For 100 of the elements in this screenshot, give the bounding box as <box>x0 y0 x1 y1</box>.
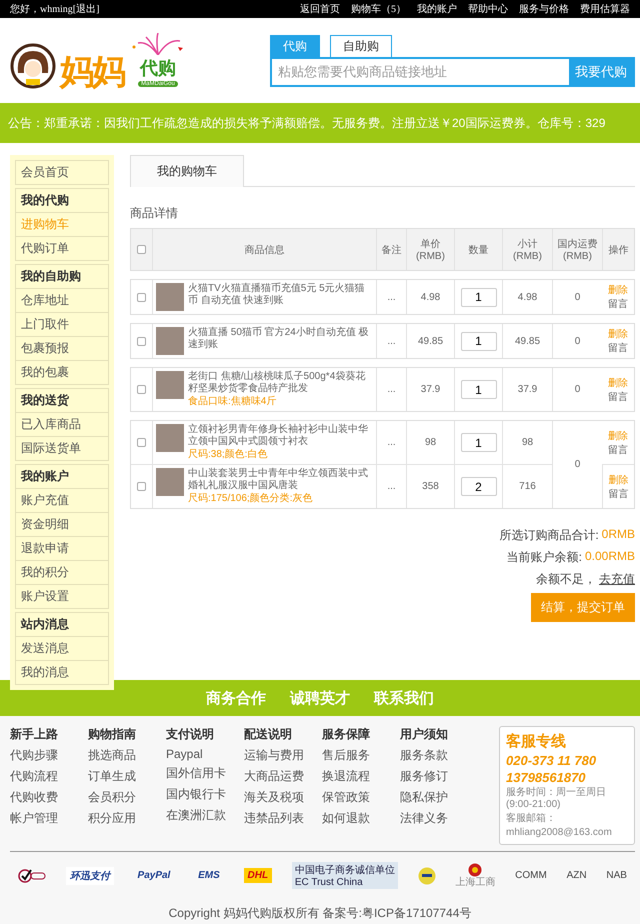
footer-link[interactable]: 服务修订 <box>400 768 478 785</box>
product-spec: 食品口味:焦糖味4斤 <box>188 396 278 408</box>
footer-heading: 配送说明 <box>244 726 293 743</box>
bank-label: AZN <box>566 870 587 881</box>
product-name[interactable]: 中山装套装男士中青年中华立领西装中式婚礼礼服汉服中国风唐装 <box>188 468 373 492</box>
quantity-field[interactable]: 1 <box>460 288 496 306</box>
footer-link[interactable]: 如何退款 <box>322 810 400 827</box>
footer-heading: 支付说明 <box>166 726 215 743</box>
product-name[interactable]: 火猫TV火猫直播猫币充值5元 5元火猫猫币 自动充值 快速到账 <box>188 283 373 307</box>
footer-link[interactable]: 会员积分 <box>88 789 166 806</box>
checkbox[interactable] <box>137 292 146 302</box>
photo-placeholder <box>156 468 184 496</box>
sidebar-item[interactable]: 我的包裹 <box>16 361 108 384</box>
sidebar-heading: 站内消息 <box>16 613 108 637</box>
footer-link[interactable]: 隐私保护 <box>400 789 478 806</box>
column-header: 国内运费(RMB) <box>552 229 602 270</box>
search-tab[interactable]: 自助购 <box>330 34 392 56</box>
footer-link[interactable]: 服务条款 <box>400 747 478 764</box>
nav-link[interactable]: 购物车（5） <box>351 2 406 16</box>
sidebar-item[interactable]: 退款申请 <box>16 537 108 561</box>
shipping-logo: DHL <box>244 868 272 883</box>
sidebar-item[interactable]: 资金明细 <box>16 513 108 537</box>
sidebar-item[interactable]: 我的积分 <box>16 561 108 585</box>
nav-link[interactable]: 服务与价格 <box>519 2 569 16</box>
footer-link[interactable]: 海关及税项 <box>244 789 322 806</box>
sidebar-item[interactable]: 账户设置 <box>16 585 108 608</box>
footer-link[interactable]: 订单生成 <box>88 768 166 785</box>
footer-link[interactable]: 违禁品列表 <box>244 810 322 827</box>
nav-link[interactable]: 返回首页 <box>300 2 340 16</box>
footer-link[interactable]: 保管政策 <box>322 789 400 806</box>
action-link[interactable]: 留言 <box>608 297 628 311</box>
action-link[interactable]: 留言 <box>608 390 628 404</box>
footer-link[interactable]: 代购步骤 <box>10 747 88 764</box>
quantity-field[interactable]: 1 <box>460 380 496 399</box>
checkbox[interactable] <box>137 336 146 346</box>
balance-note: 余额不足， <box>536 571 596 588</box>
quantity-field[interactable]: 1 <box>460 332 496 350</box>
sidebar-item[interactable]: 我的消息 <box>16 661 108 684</box>
service-hours: 服务时间：周一至周日(9:00-21:00) <box>506 787 607 811</box>
footer-link[interactable]: Paypal <box>166 747 244 761</box>
product-name[interactable]: 老街口 焦糖/山核桃味瓜子500g*4袋葵花籽坚果炒货零食品特产批发 <box>188 371 373 395</box>
table-cell: ... <box>376 280 406 314</box>
table-cell: 4.98 <box>406 280 454 314</box>
sidebar-item[interactable]: 上门取件 <box>16 313 108 337</box>
sidebar-item[interactable]: 代购订单 <box>16 237 108 260</box>
sidebar-heading: 我的代购 <box>16 189 108 213</box>
footer-link[interactable]: 法律义务 <box>400 810 478 827</box>
sidebar-item[interactable]: 账户充值 <box>16 489 108 513</box>
table-cell: 49.85 <box>406 324 454 358</box>
footer-link[interactable]: 售后服务 <box>322 747 400 764</box>
footer-link[interactable]: 积分应用 <box>88 810 166 827</box>
sidebar-heading: 我的送货 <box>16 389 108 413</box>
sidebar-item[interactable]: 发送消息 <box>16 637 108 661</box>
checkbox[interactable] <box>137 482 146 491</box>
footer-link[interactable]: 挑选商品 <box>88 747 166 764</box>
action-link[interactable]: 留言 <box>608 442 628 456</box>
checkbox[interactable] <box>137 245 146 254</box>
product-spec: 尺码:175/106;颜色分类:灰色 <box>188 493 314 505</box>
column-header: 数量 <box>454 229 502 270</box>
action-link[interactable]: 留言 <box>608 341 628 355</box>
table-cell: 0 <box>552 421 602 508</box>
footer-heading: 用户须知 <box>400 726 449 743</box>
sidebar-item[interactable]: 会员首页 <box>16 161 108 184</box>
section-title: 商品详情 <box>130 205 179 222</box>
table-cell: 716 <box>502 465 552 508</box>
column-header: 小计(RMB) <box>502 229 552 270</box>
footer-link[interactable]: 帐户管理 <box>10 810 88 827</box>
checkbox[interactable] <box>137 438 146 447</box>
product-name[interactable]: 立领衬衫男青年修身长袖衬衫中山装中华立领中国风中式圆领寸衬衣 <box>188 424 373 448</box>
quantity-field[interactable]: 1 <box>460 433 496 452</box>
action-link[interactable]: 留言 <box>608 486 628 500</box>
sidebar-item[interactable]: 已入库商品 <box>16 413 108 437</box>
footer-link[interactable]: 国外信用卡 <box>166 765 244 782</box>
footer-link[interactable]: 代购收费 <box>10 789 88 806</box>
checkbox[interactable] <box>137 385 146 394</box>
table-cell: 98 <box>406 421 454 464</box>
footer-link[interactable]: 大商品运费 <box>244 768 322 785</box>
nav-link[interactable]: 费用估算器 <box>580 2 630 16</box>
column-header: 操作 <box>602 229 634 270</box>
notice-bar: 公告：郑重承诺：因我们工作疏忽造成的损失将予满额赔偿。无服务费。注册立送￥20国际运费券。仓库号：329 <box>0 103 640 143</box>
nav-link[interactable]: 帮助中心 <box>468 2 508 16</box>
recharge-link[interactable]: 去充值 <box>599 571 635 588</box>
footer-heading: 新手上路 <box>10 726 59 743</box>
footer-link[interactable]: 国内银行卡 <box>166 786 244 803</box>
column-header: 单价(RMB) <box>406 229 454 270</box>
nav-link[interactable]: 我的账户 <box>417 2 457 16</box>
footer-link[interactable]: 换退流程 <box>322 768 400 785</box>
sidebar-item[interactable]: 包裹预报 <box>16 337 108 361</box>
quantity-field[interactable]: 2 <box>460 477 496 496</box>
product-name[interactable]: 火猫直播 50猫币 官方24小时自动充值 极速到账 <box>188 327 373 351</box>
footer-link[interactable]: 运输与费用 <box>244 747 322 764</box>
trust-badge: 中国电子商务诚信单位 EC Trust China <box>292 862 398 889</box>
footer-link[interactable]: 在澳洲汇款 <box>166 807 244 824</box>
logout-link[interactable]: [退出] <box>72 4 100 15</box>
sidebar-item[interactable]: 国际送货单 <box>16 437 108 460</box>
cart-tab[interactable]: 我的购物车 <box>130 155 244 187</box>
footer-link[interactable]: 代购流程 <box>10 768 88 785</box>
sidebar-item[interactable]: 仓库地址 <box>16 289 108 313</box>
photo-placeholder <box>156 283 184 311</box>
emblem-badge: 上海工商 <box>455 862 496 888</box>
